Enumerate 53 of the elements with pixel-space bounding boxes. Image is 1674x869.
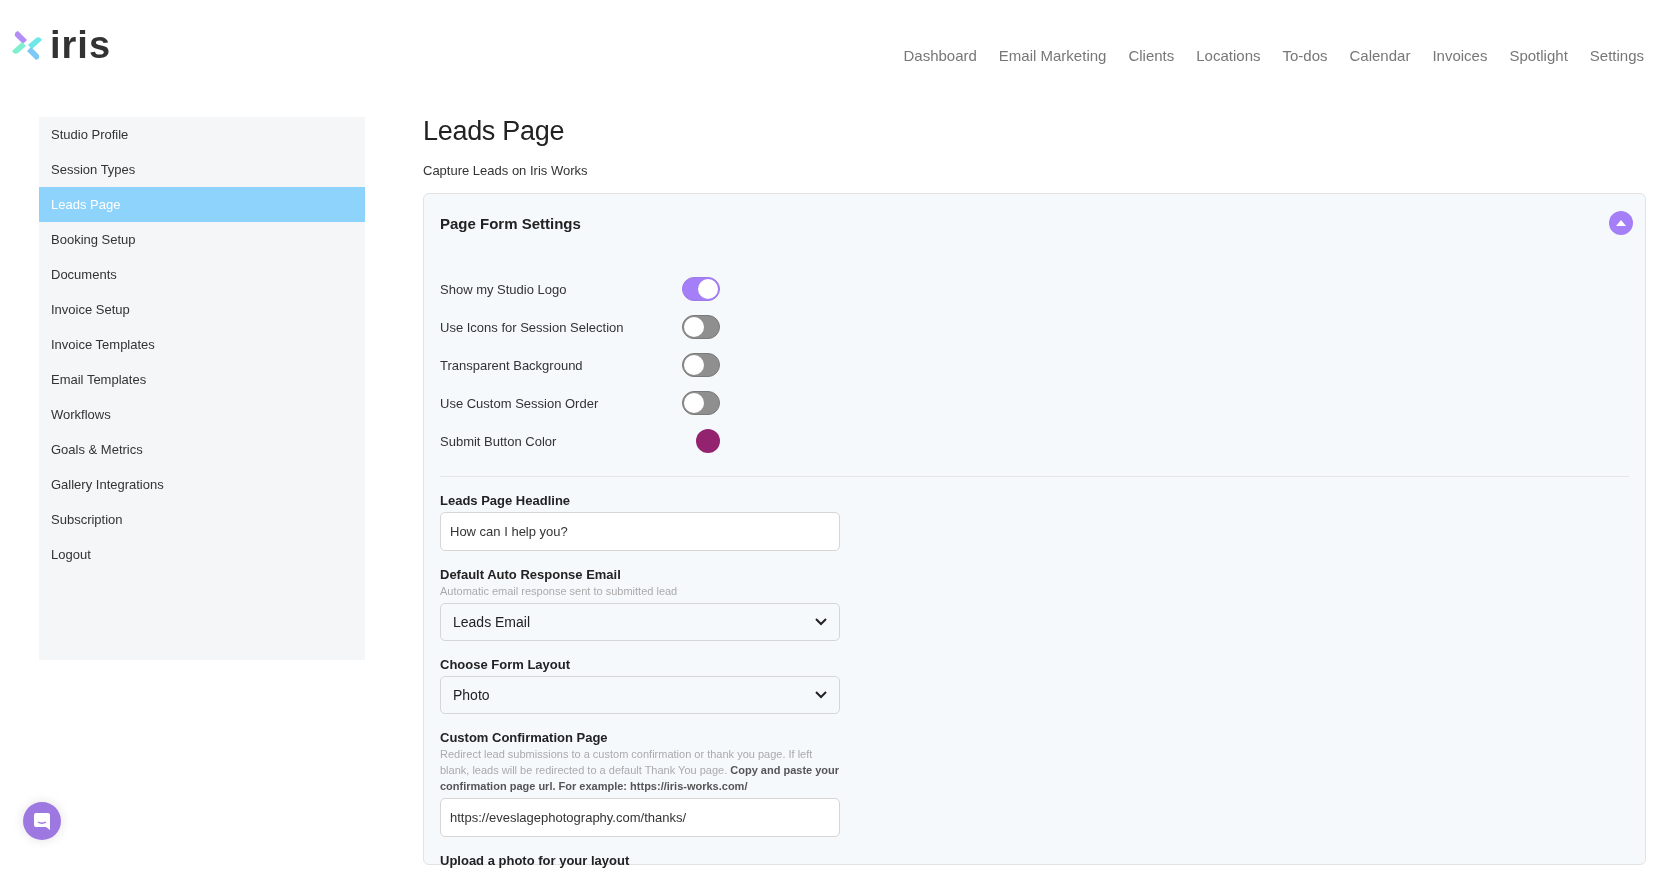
chat-bubble-icon (33, 811, 51, 831)
setting-label: Use Custom Session Order (440, 395, 600, 411)
page-title: Leads Page (423, 115, 566, 148)
nav-link[interactable]: To-dos (1282, 47, 1328, 64)
nav-link[interactable]: Spotlight (1509, 47, 1568, 64)
toggle-switch[interactable] (682, 315, 720, 339)
sidebar-item[interactable]: Workflows (39, 397, 365, 432)
sidebar-item[interactable]: Studio Profile (39, 117, 365, 152)
field-label: Leads Page Headline (440, 493, 572, 508)
field-label: Choose Form Layout (440, 657, 571, 672)
text-field[interactable]: https://eveslagephotography.com/thanks/ (440, 798, 840, 837)
sidebar-item[interactable]: Invoice Setup (39, 292, 365, 327)
caret-icon (1616, 220, 1626, 226)
sidebar-item[interactable]: Goals & Metrics (39, 432, 365, 467)
toggle-switch[interactable] (682, 353, 720, 377)
toggle-switch[interactable] (682, 277, 720, 301)
setting-label: Transparent Background (440, 357, 584, 373)
dropdown-field[interactable]: Leads Email (440, 603, 840, 641)
nav-link[interactable]: Calendar (1349, 47, 1411, 64)
card-title: Page Form Settings (440, 214, 581, 232)
setting-label: Show my Studio Logo (440, 281, 568, 297)
nav-link[interactable]: Clients (1128, 47, 1175, 64)
nav-link[interactable]: Settings (1589, 47, 1644, 64)
dropdown-field[interactable]: Photo (440, 676, 840, 714)
sidebar-item[interactable]: Logout (39, 537, 365, 572)
color-swatch[interactable] (696, 429, 720, 453)
page-subtitle: Capture Leads on Iris Works (423, 163, 589, 178)
field-label: Upload a photo for your layout (440, 853, 631, 868)
chat-launcher-button[interactable] (23, 802, 61, 840)
sidebar-item[interactable]: Session Types (39, 152, 365, 187)
sidebar-item[interactable]: Documents (39, 257, 365, 292)
field-hint: Redirect lead submissions to a custom confirmation or thank you page. If left blank, leads will be redirected to a default Thank You page. Copy and paste your confirmation page url. For example: https://iris-works.com/ (440, 747, 840, 794)
nav-link[interactable]: Email Marketing (998, 47, 1107, 64)
pinwheel-logo-icon (10, 28, 44, 62)
collapse-button[interactable] (1609, 211, 1633, 235)
chevron-down-icon (815, 618, 827, 626)
nav-link[interactable]: Invoices (1432, 47, 1488, 64)
setting-label: Use Icons for Session Selection (440, 319, 625, 335)
field-label: Custom Confirmation Page (440, 730, 609, 745)
sidebar-item[interactable]: Invoice Templates (39, 327, 365, 362)
field-label: Default Auto Response Email (440, 567, 622, 582)
nav-link[interactable]: Dashboard (903, 47, 977, 64)
text-field[interactable]: How can I help you? (440, 512, 840, 551)
sidebar-item[interactable]: Email Templates (39, 362, 365, 397)
sidebar-item[interactable]: Subscription (39, 502, 365, 537)
nav-link[interactable]: Locations (1196, 47, 1261, 64)
chevron-down-icon (815, 691, 827, 699)
toggle-switch[interactable] (682, 391, 720, 415)
field-hint: Automatic email response sent to submitted lead (440, 584, 679, 599)
sidebar-item[interactable]: Booking Setup (39, 222, 365, 257)
sidebar-item[interactable]: Gallery Integrations (39, 467, 365, 502)
setting-label: Submit Button Color (440, 433, 558, 449)
logo-text[interactable]: iris (50, 26, 112, 64)
